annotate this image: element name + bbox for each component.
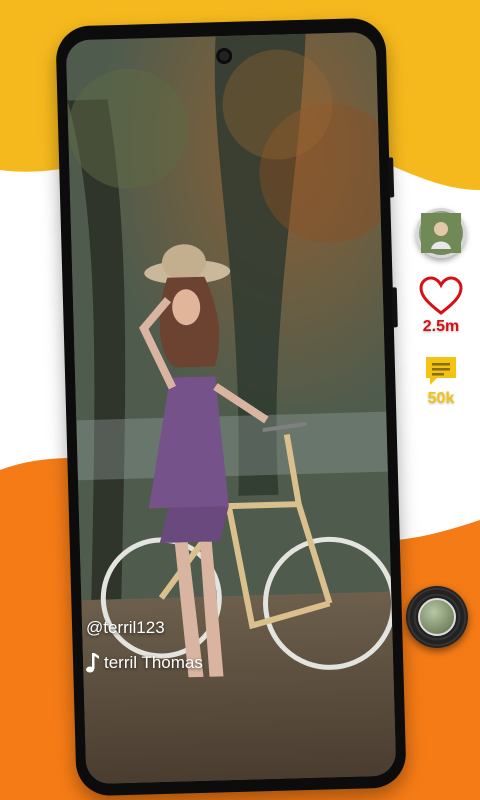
comment-count: 50k [427, 390, 455, 407]
like-count: 2.5m [422, 318, 460, 335]
avatar-image [421, 213, 461, 253]
creator-avatar[interactable] [416, 208, 466, 258]
phone-frame [55, 17, 407, 797]
post-username[interactable]: @terril123 [86, 618, 203, 638]
like-button[interactable]: 2.5m [418, 276, 464, 336]
music-disc-cover [418, 598, 456, 636]
action-bar: 2.5m 50k [410, 208, 472, 460]
share-arrow-icon [424, 422, 462, 456]
comment-button[interactable]: 50k [423, 354, 459, 408]
music-label: terril Thomas [104, 653, 203, 672]
music-disc[interactable] [406, 586, 468, 648]
music-info[interactable]: terril Thomas [86, 652, 203, 674]
post-caption: @terril123 terril Thomas [86, 618, 203, 674]
music-note-icon [86, 653, 99, 673]
share-button[interactable] [418, 416, 464, 460]
comment-icon [426, 357, 456, 385]
heart-outline-icon [419, 276, 463, 315]
phone-side-button [388, 157, 395, 198]
